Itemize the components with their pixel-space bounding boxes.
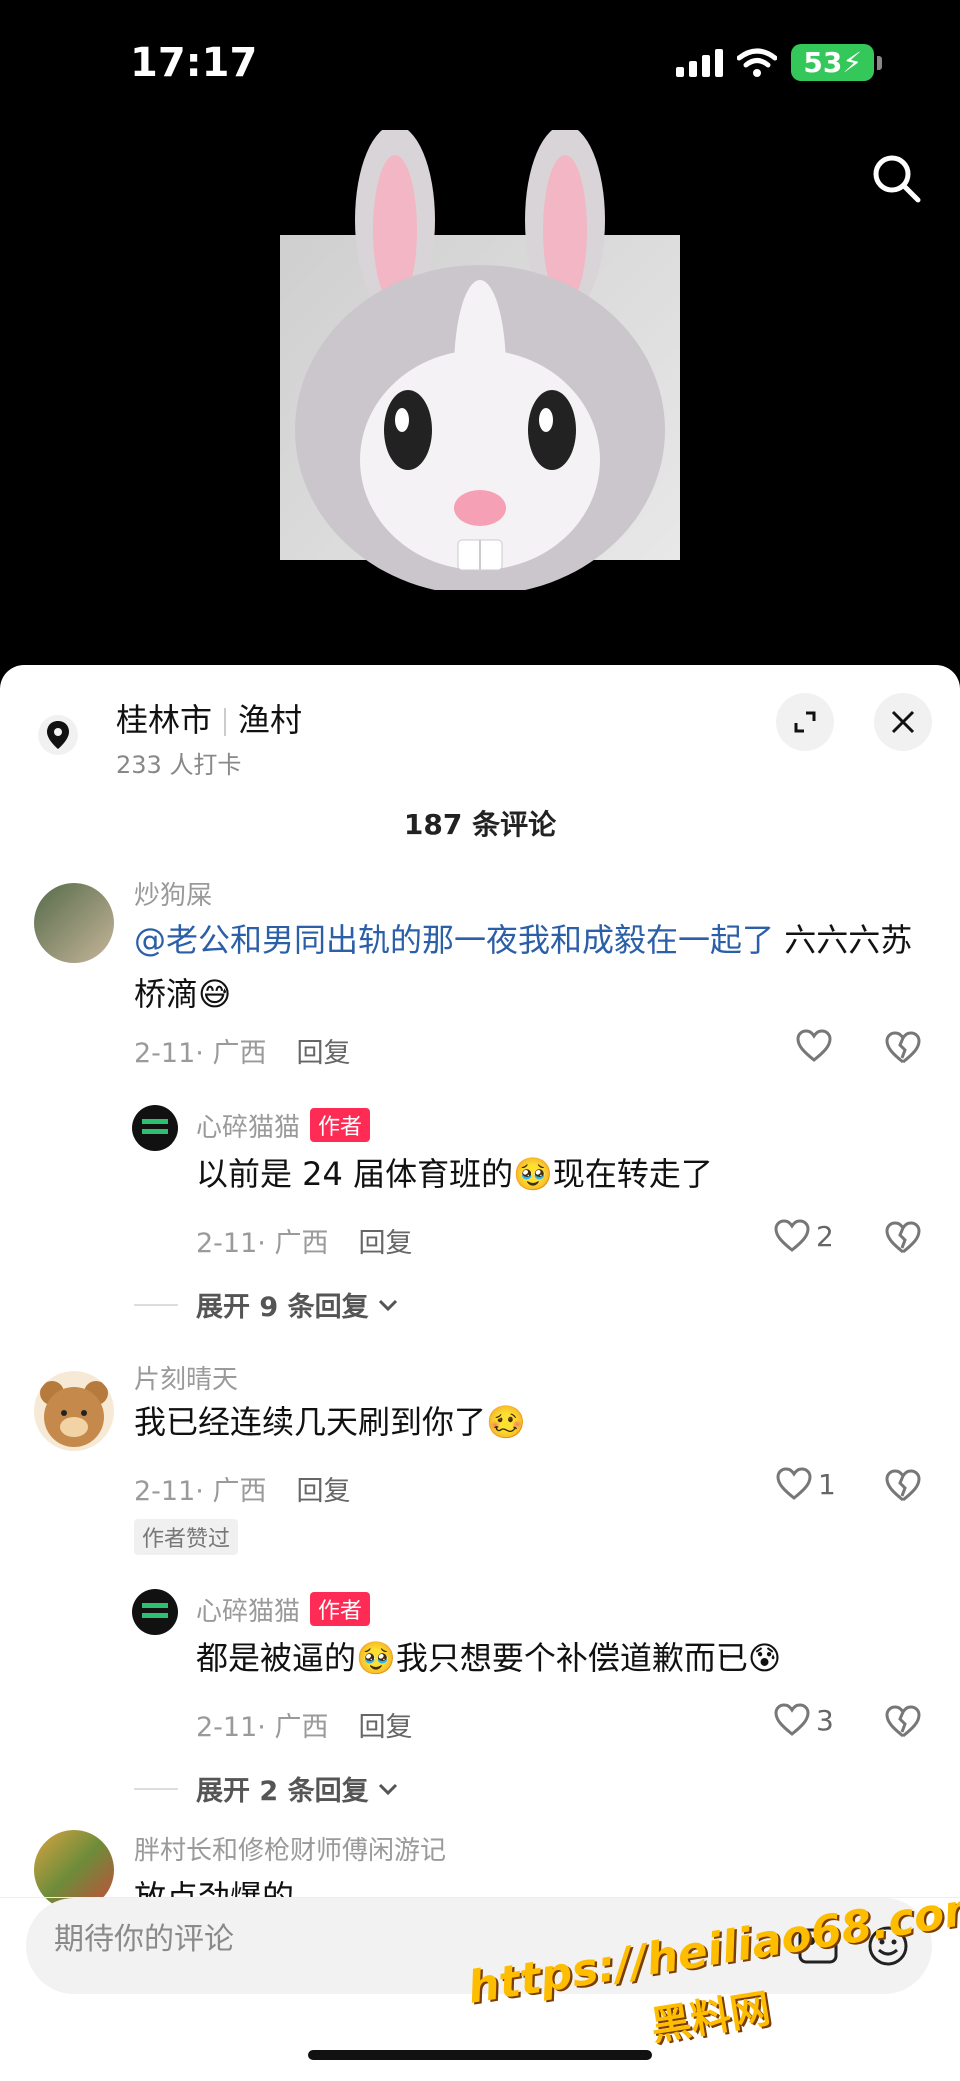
expand-replies-label: 展开 9 条回复 (196, 1292, 369, 1323)
close-button[interactable] (874, 693, 932, 751)
heart-icon (774, 1219, 810, 1252)
profile-image (280, 130, 680, 590)
battery-level: 53 (803, 46, 843, 79)
avatar[interactable] (132, 1105, 178, 1151)
location-title: 桂林市 渔村 (116, 695, 302, 741)
comments-count: 187 条评论 (403, 808, 557, 841)
like-count: 2 (816, 1219, 834, 1253)
reply-date: 2-11· 广西 (196, 1712, 329, 1743)
separator (224, 708, 227, 736)
status-time: 17:17 (130, 40, 258, 86)
mention-link[interactable]: @老公和男同出轨的那一夜我和成毅在一起了 (134, 921, 774, 959)
comment-text: @老公和男同出轨的那一夜我和成毅在一起了 六六六苏桥滴😅 (134, 913, 914, 1021)
reply-meta: 2-11· 广西 回复 (196, 1705, 412, 1744)
author-badge: 作者 (310, 1592, 371, 1626)
status-icons: 53⚡ (676, 44, 882, 81)
author-liked-badge: 作者赞过 (134, 1519, 239, 1555)
like-button[interactable]: 3 (774, 1703, 834, 1737)
chevron-down-icon (378, 1783, 397, 1795)
heart-icon (796, 1029, 832, 1062)
bear-avatar-image (40, 1381, 108, 1447)
reply-text: 以前是 24 届体育班的🥹现在转走了 (196, 1155, 713, 1193)
reply-date: 2-11· 广西 (196, 1228, 329, 1259)
broken-heart-icon[interactable] (885, 1469, 921, 1503)
close-icon (891, 710, 915, 734)
comment-input[interactable] (54, 1922, 554, 1957)
reply-user-name: 心碎猫猫 (196, 1113, 301, 1143)
avatar[interactable] (132, 1589, 178, 1635)
avatar[interactable] (34, 883, 114, 963)
chevron-down-icon (378, 1299, 397, 1311)
reply-text: 都是被逼的🥹我只想要个补偿道歉而已😰 (196, 1639, 782, 1677)
location-place: 渔村 (238, 701, 303, 739)
broken-heart-icon[interactable] (885, 1705, 921, 1739)
signal-icon (676, 48, 724, 77)
like-button[interactable]: 1 (776, 1467, 836, 1501)
like-count: 1 (818, 1467, 836, 1501)
heart-icon (774, 1703, 810, 1736)
location-city: 桂林市 (116, 701, 213, 739)
search-icon[interactable] (868, 150, 924, 206)
broken-heart-icon[interactable] (885, 1221, 921, 1255)
expand-button[interactable] (776, 693, 834, 751)
expand-replies-button[interactable]: 展开 9 条回复 (134, 1285, 399, 1324)
reply-meta: 2-11· 广西 回复 (196, 1221, 412, 1260)
reply-user-name: 心碎猫猫 (196, 1597, 301, 1627)
checkin-count: 233 人打卡 (116, 751, 242, 779)
comments-sheet: 桂林市 渔村 233 人打卡 187 条评论 炒狗屎 @老公和男同出轨的那一夜我和… (0, 665, 960, 2081)
expand-icon (794, 711, 816, 733)
expand-replies-button[interactable]: 展开 2 条回复 (134, 1769, 399, 1808)
home-indicator[interactable] (308, 2050, 652, 2060)
comment-date: 2-11· 广西 (134, 1476, 267, 1507)
reply-button[interactable]: 回复 (358, 1712, 412, 1743)
like-button[interactable] (796, 1029, 832, 1063)
comment-date: 2-11· 广西 (134, 1038, 267, 1069)
broken-heart-icon[interactable] (885, 1031, 921, 1065)
battery-indicator: 53⚡ (791, 44, 882, 81)
avatar-stripe (142, 1603, 168, 1608)
reply-button[interactable]: 回复 (296, 1476, 350, 1507)
author-badge: 作者 (310, 1108, 371, 1142)
like-button[interactable]: 2 (774, 1219, 834, 1253)
avatar-stripe (142, 1613, 168, 1618)
heart-icon (776, 1467, 812, 1500)
wifi-icon (737, 48, 778, 77)
comment-meta: 2-11· 广西 回复 (134, 1031, 350, 1070)
location-pin-icon (38, 715, 78, 755)
reply-button[interactable]: 回复 (358, 1228, 412, 1259)
comment-user[interactable]: 片刻晴天 (134, 1359, 238, 1396)
avatar-stripe (142, 1129, 168, 1134)
comment-meta: 2-11· 广西 回复 (134, 1469, 350, 1508)
avatar[interactable] (34, 1371, 114, 1451)
reply-button[interactable]: 回复 (296, 1038, 350, 1069)
avatar-stripe (142, 1119, 168, 1124)
comment-user[interactable]: 炒狗屎 (134, 875, 212, 912)
location-header[interactable]: 桂林市 渔村 233 人打卡 (0, 665, 960, 785)
reply-user[interactable]: 心碎猫猫 作者 (196, 1107, 371, 1144)
like-count: 3 (816, 1703, 834, 1737)
comment-text: 我已经连续几天刷到你了🥴 (134, 1403, 526, 1441)
expand-replies-label: 展开 2 条回复 (196, 1776, 369, 1807)
reply-user[interactable]: 心碎猫猫 作者 (196, 1591, 371, 1628)
rabbit-emoji-image (295, 130, 665, 590)
comment-user[interactable]: 胖村长和修枪财师傅闲游记 (134, 1830, 446, 1867)
